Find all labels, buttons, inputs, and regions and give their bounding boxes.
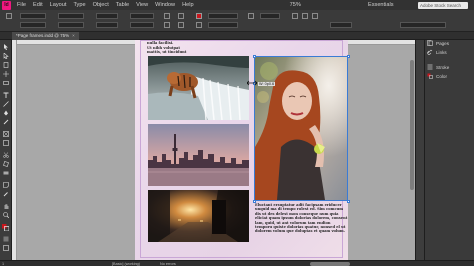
menu-edit[interactable]: Edit [33, 2, 43, 8]
panel-label: Pages [436, 40, 450, 46]
menu-view[interactable]: View [136, 2, 148, 8]
fill-stroke-swatch-icon[interactable] [2, 224, 9, 231]
selection-frame[interactable] [254, 56, 348, 201]
resize-cursor-icon [247, 80, 257, 86]
select-content-icon[interactable] [178, 22, 184, 28]
menu-table[interactable]: Table [116, 2, 129, 8]
preflight-status[interactable]: No errors [160, 262, 176, 266]
reference-point-icon[interactable] [6, 13, 12, 19]
screen-mode-icon[interactable] [3, 245, 9, 251]
indesign-window: Id File Edit Layout Type Object Table Vi… [0, 0, 474, 266]
line-tool-icon[interactable] [3, 101, 9, 107]
apply-color-icon[interactable] [3, 236, 9, 242]
zoom-tool-icon[interactable] [3, 212, 9, 218]
panel-links[interactable]: Links [427, 49, 447, 55]
tools-panel [0, 40, 12, 260]
rotate-field[interactable] [130, 13, 154, 19]
fit-content-icon[interactable] [312, 13, 318, 19]
pages-icon [427, 40, 433, 46]
fit-frame-icon[interactable] [302, 13, 308, 19]
fitting-icon[interactable] [292, 13, 298, 19]
photo-sunset-street[interactable] [148, 190, 249, 242]
hand-tool-icon[interactable] [3, 203, 9, 209]
stroke-type-field[interactable] [208, 22, 238, 28]
photo-tiger-waterfall[interactable] [148, 56, 249, 120]
scissors-tool-icon[interactable] [3, 152, 9, 158]
status-bar: 1 [Basic] (working) No errors [0, 260, 474, 266]
rectangle-frame-tool-icon[interactable] [3, 131, 9, 137]
menu-type[interactable]: Type [73, 2, 85, 8]
flip-horizontal-icon[interactable] [164, 13, 170, 19]
corner-field[interactable] [330, 22, 352, 28]
menu-object[interactable]: Object [93, 2, 109, 8]
resize-handle-top-left[interactable] [252, 54, 256, 58]
vertical-scrollbar[interactable] [410, 60, 414, 190]
text-line: mattis, ut tincidunt [147, 50, 187, 54]
vertical-ruler[interactable] [12, 40, 17, 260]
fx-icon[interactable] [248, 13, 254, 19]
photo-city-skyline[interactable] [148, 124, 249, 186]
selection-tool-icon[interactable] [3, 44, 9, 50]
object-style-field[interactable] [400, 22, 446, 28]
top-text-frame[interactable]: nulla facilisi. Ut nibh volutpat mattis,… [147, 41, 186, 55]
menu-bar: Id File Edit Layout Type Object Table Vi… [0, 0, 474, 10]
document-tab-title: *Page frames.indd @ 75% [16, 33, 70, 38]
color-icon [427, 73, 433, 79]
panel-stroke[interactable]: Stroke [427, 64, 449, 70]
document-tab-bar: *Page frames.indd @ 75% × [0, 32, 474, 40]
opacity-field[interactable] [260, 13, 280, 19]
close-icon[interactable]: × [72, 33, 75, 38]
page-tool-icon[interactable] [3, 62, 9, 68]
x-field[interactable] [20, 13, 46, 19]
body-text-frame[interactable]: Eluctant ersuptatur adit facipsam eriduc… [255, 203, 348, 234]
free-transform-tool-icon[interactable] [3, 161, 9, 167]
scale-x-field[interactable] [96, 13, 118, 19]
panel-label: Links [436, 49, 447, 55]
y-field[interactable] [20, 22, 46, 28]
fill-swatch-icon[interactable] [196, 13, 202, 19]
scale-y-field[interactable] [96, 22, 118, 28]
zoom-level[interactable]: 75% [290, 2, 301, 8]
stroke-swatch-icon[interactable] [196, 22, 202, 28]
workspace-switcher[interactable]: Essentials [368, 2, 394, 8]
document-tab[interactable]: *Page frames.indd @ 75% × [12, 32, 79, 40]
resize-handle-top-right[interactable] [346, 54, 350, 58]
flip-vertical-icon[interactable] [164, 22, 170, 28]
type-tool-icon[interactable] [3, 92, 9, 98]
horizontal-scrollbar[interactable] [310, 262, 350, 266]
shear-field[interactable] [130, 22, 154, 28]
note-tool-icon[interactable] [3, 182, 9, 188]
eyedropper-tool-icon[interactable] [3, 191, 9, 197]
panel-collapse-strip[interactable] [415, 40, 424, 260]
docked-panels: Pages Links Stroke Color [424, 40, 474, 260]
panel-color[interactable]: Color [427, 73, 447, 79]
menu-file[interactable]: File [17, 2, 26, 8]
links-icon [427, 49, 433, 55]
height-field[interactable] [58, 22, 84, 28]
measurement-tooltip: W: 0p0.6 [258, 82, 276, 86]
panel-label: Color [436, 73, 447, 79]
gradient-tool-icon[interactable] [3, 170, 9, 176]
content-collector-icon[interactable] [3, 80, 9, 86]
pen-tool-icon[interactable] [3, 110, 9, 116]
master-style-label[interactable]: [Basic] (working) [112, 262, 140, 266]
stroke-icon [427, 64, 433, 70]
app-logo: Id [2, 0, 11, 10]
gap-tool-icon[interactable] [3, 71, 9, 77]
stroke-weight-field[interactable] [208, 13, 238, 19]
menu-layout[interactable]: Layout [50, 2, 67, 8]
page-number-field[interactable]: 1 [2, 262, 4, 266]
rectangle-tool-icon[interactable] [3, 140, 9, 146]
stock-search-input[interactable]: Adobe Stock Search [418, 1, 468, 9]
menu-help[interactable]: Help [182, 2, 194, 8]
direct-selection-tool-icon[interactable] [3, 53, 9, 59]
control-bar [0, 10, 474, 32]
pencil-tool-icon[interactable] [3, 119, 9, 125]
menu-list: File Edit Layout Type Object Table View … [17, 2, 194, 8]
width-field[interactable] [58, 13, 84, 19]
panel-pages[interactable]: Pages [427, 40, 449, 46]
menu-window[interactable]: Window [155, 2, 175, 8]
panel-label: Stroke [436, 64, 450, 70]
select-container-icon[interactable] [178, 13, 184, 19]
